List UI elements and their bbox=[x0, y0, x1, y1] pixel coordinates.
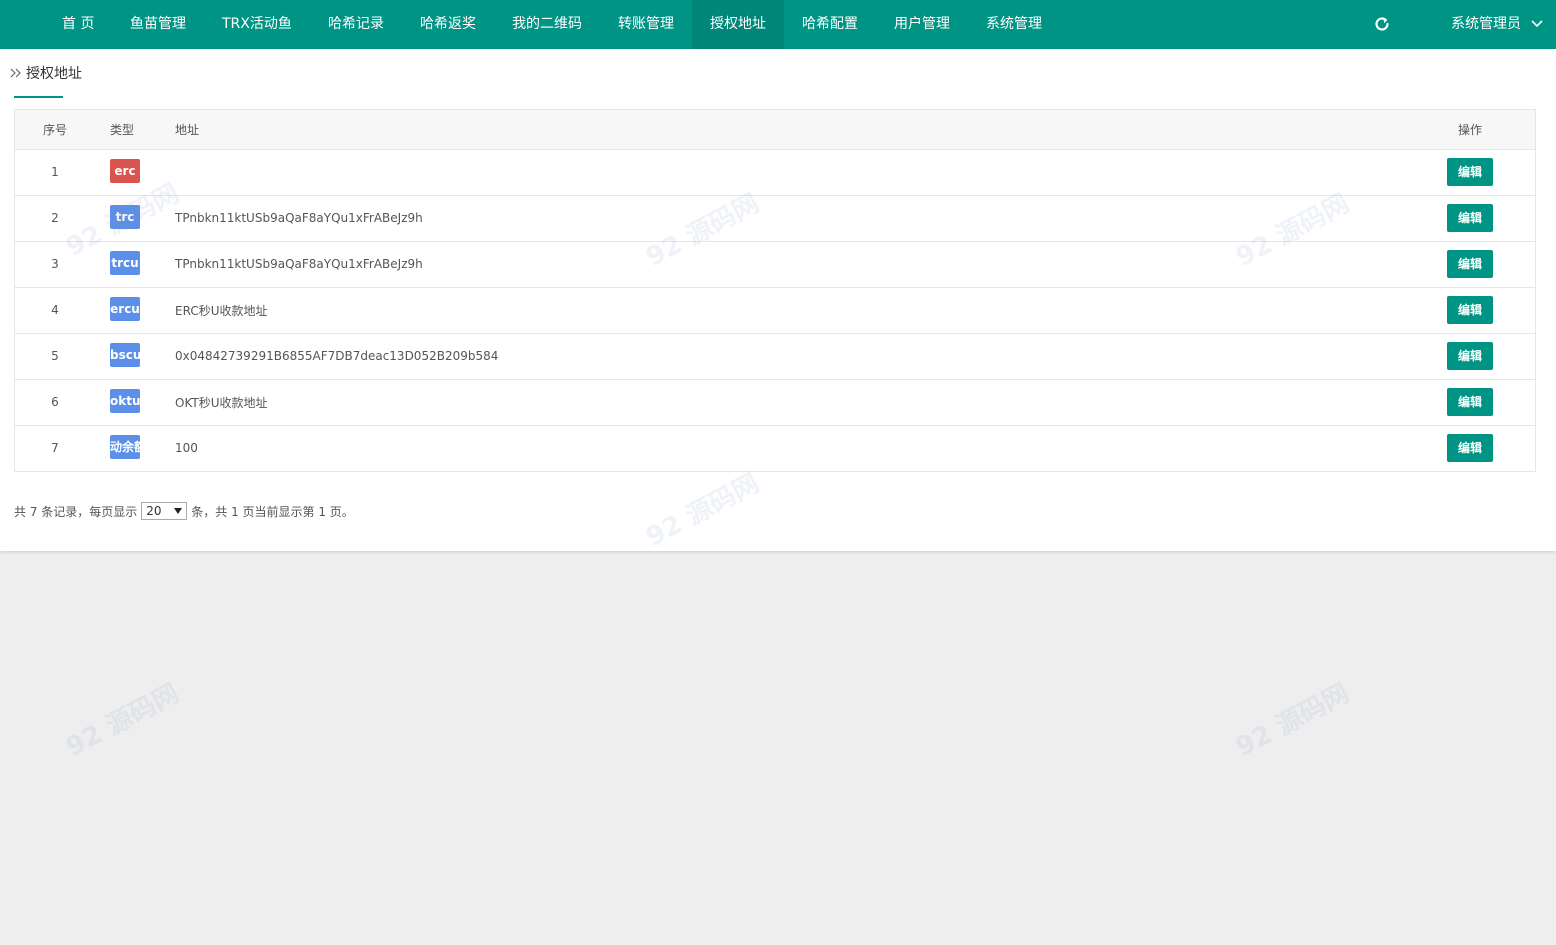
header-action: 操作 bbox=[1457, 122, 1482, 137]
row-index: 4 bbox=[51, 303, 59, 317]
row-address: TPnbkn11ktUSb9aQaF8aYQu1xFrABeJz9h bbox=[175, 257, 423, 271]
type-badge: trc bbox=[110, 204, 140, 229]
watermark: 92 源码网 bbox=[1231, 678, 1355, 763]
nav-item-users[interactable]: 用户管理 bbox=[876, 0, 968, 49]
header-index: 序号 bbox=[42, 122, 67, 137]
watermark: 92 源码网 bbox=[61, 678, 185, 763]
chevron-down-icon bbox=[1531, 20, 1544, 28]
row-index: 3 bbox=[51, 257, 59, 271]
edit-button[interactable]: 编辑 bbox=[1447, 342, 1493, 370]
row-index: 5 bbox=[51, 349, 59, 363]
nav-item-hash-config[interactable]: 哈希配置 bbox=[784, 0, 876, 49]
double-chevron-right-icon bbox=[10, 68, 21, 78]
page-size-select[interactable]: 20 bbox=[141, 502, 188, 520]
nav-item-system[interactable]: 系统管理 bbox=[968, 0, 1060, 49]
row-address: ERC秒U收款地址 bbox=[175, 303, 268, 318]
nav-item-auth-address[interactable]: 授权地址 bbox=[692, 0, 784, 49]
breadcrumb-label: 授权地址 bbox=[26, 66, 82, 82]
row-address: 0x04842739291B6855AF7DB7deac13D052B209b5… bbox=[175, 349, 499, 363]
nav-item-home[interactable]: 首 页 bbox=[44, 0, 112, 49]
row-address bbox=[175, 149, 1405, 195]
type-badge: oktu bbox=[110, 388, 140, 413]
user-menu[interactable]: 系统管理员 bbox=[1451, 0, 1544, 49]
nav-item-hash-rewards[interactable]: 哈希返奖 bbox=[402, 0, 494, 49]
pager-prefix: 共 7 条记录，每页显示 bbox=[14, 504, 138, 519]
edit-button[interactable]: 编辑 bbox=[1447, 204, 1493, 232]
page-size-value: 20 bbox=[146, 504, 162, 518]
nav-item-fry[interactable]: 鱼苗管理 bbox=[112, 0, 204, 49]
caret-down-icon bbox=[174, 508, 183, 514]
type-badge: ercu bbox=[110, 296, 140, 321]
type-badge: erc bbox=[110, 158, 140, 183]
breadcrumb: 授权地址 bbox=[10, 63, 82, 83]
nav-item-transfer[interactable]: 转账管理 bbox=[600, 0, 692, 49]
top-navbar: 首 页 鱼苗管理 TRX活动鱼 哈希记录 哈希返奖 我的二维码 转账管理 授权地… bbox=[0, 0, 1556, 49]
row-address: OKT秒U收款地址 bbox=[175, 395, 268, 410]
refresh-icon[interactable] bbox=[1372, 14, 1392, 34]
table-header-row: 序号 类型 地址 操作 bbox=[15, 110, 1535, 149]
nav-item-qrcode[interactable]: 我的二维码 bbox=[494, 0, 600, 49]
table-row: 6 oktu OKT秒U收款地址 编辑 bbox=[15, 379, 1535, 425]
nav-item-trx-fish[interactable]: TRX活动鱼 bbox=[204, 0, 310, 49]
row-address: 100 bbox=[175, 441, 198, 456]
edit-button[interactable]: 编辑 bbox=[1447, 158, 1493, 186]
edit-button[interactable]: 编辑 bbox=[1447, 250, 1493, 278]
row-index: 6 bbox=[51, 395, 59, 409]
breadcrumb-underline bbox=[14, 96, 63, 98]
user-menu-label: 系统管理员 bbox=[1451, 16, 1521, 32]
type-badge: trcu bbox=[110, 250, 140, 275]
table-row: 1 erc 编辑 bbox=[15, 149, 1535, 195]
header-address: 地址 bbox=[175, 122, 200, 137]
header-type: 类型 bbox=[110, 122, 135, 137]
edit-button[interactable]: 编辑 bbox=[1447, 296, 1493, 324]
type-badge: 动余额 bbox=[110, 434, 140, 459]
pagination: 共 7 条记录，每页显示 20 条，共 1 页当前显示第 1 页。 bbox=[14, 502, 354, 520]
table-row: 4 ercu ERC秒U收款地址 编辑 bbox=[15, 287, 1535, 333]
row-index: 1 bbox=[51, 165, 59, 179]
table-row: 7 动余额 100 编辑 bbox=[15, 425, 1535, 471]
table-row: 2 trc TPnbkn11ktUSb9aQaF8aYQu1xFrABeJz9h… bbox=[15, 195, 1535, 241]
type-badge: bscu bbox=[110, 342, 140, 367]
content-panel: 授权地址 序号 类型 地址 操作 1 erc 编辑 2 trc TPnbkn11… bbox=[0, 49, 1556, 551]
row-index: 7 bbox=[51, 441, 59, 456]
table-row: 3 trcu TPnbkn11ktUSb9aQaF8aYQu1xFrABeJz9… bbox=[15, 241, 1535, 287]
row-index: 2 bbox=[51, 211, 59, 225]
address-table: 序号 类型 地址 操作 1 erc 编辑 2 trc TPnbkn11ktUSb… bbox=[14, 109, 1536, 472]
edit-button[interactable]: 编辑 bbox=[1447, 388, 1493, 416]
nav-item-hash-records[interactable]: 哈希记录 bbox=[310, 0, 402, 49]
pager-suffix: 条，共 1 页当前显示第 1 页。 bbox=[191, 504, 354, 519]
table-row: 5 bscu 0x04842739291B6855AF7DB7deac13D05… bbox=[15, 333, 1535, 379]
row-address: TPnbkn11ktUSb9aQaF8aYQu1xFrABeJz9h bbox=[175, 211, 423, 225]
edit-button[interactable]: 编辑 bbox=[1447, 434, 1493, 463]
